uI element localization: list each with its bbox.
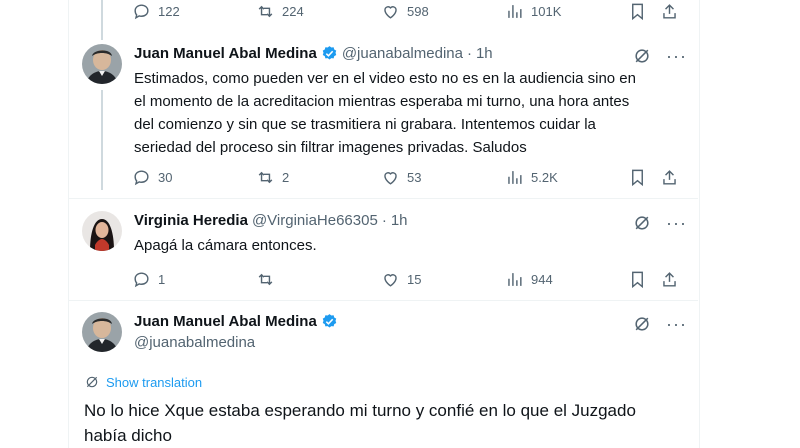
author-handle[interactable]: @juanabalmedina — [342, 45, 463, 62]
bookmark-button[interactable] — [628, 0, 647, 22]
views-icon — [508, 4, 522, 18]
views-button[interactable]: 944 — [505, 268, 553, 290]
like-icon — [384, 5, 397, 19]
views-icon — [508, 170, 522, 184]
reply-button[interactable]: 30 — [132, 166, 172, 188]
like-icon — [384, 273, 397, 287]
tweet-text-line: No lo hice Xque estaba esperando mi turn… — [84, 401, 636, 420]
prev-tweet-actions: 122 224 598 101K — [132, 0, 682, 22]
tweet-text: Apagá la cámara entonces. — [134, 234, 679, 257]
thread-line — [101, 0, 103, 40]
show-translation-link[interactable]: Show translation — [84, 374, 202, 390]
avatar[interactable] — [82, 312, 122, 352]
bookmark-icon — [632, 271, 643, 288]
repost-icon — [258, 171, 273, 183]
tweet-text: Estimados, como pueden ver en el video e… — [134, 67, 679, 159]
share-button[interactable] — [660, 166, 679, 188]
more-icon[interactable]: ··· — [666, 47, 687, 65]
show-translation-label: Show translation — [106, 374, 203, 390]
main-tweet-text: No lo hice Xque estaba esperando mi turn… — [84, 398, 684, 448]
share-button[interactable] — [660, 268, 679, 290]
views-button[interactable]: 5.2K — [505, 166, 558, 188]
author-name[interactable]: Juan Manuel Abal Medina — [134, 313, 317, 330]
avatar-juan-image — [82, 44, 122, 84]
views-button[interactable]: 101K — [505, 0, 561, 22]
tweet-text-line: había dicho — [84, 426, 172, 445]
reply-button[interactable]: 1 — [132, 268, 165, 290]
divider — [69, 300, 698, 301]
tweet-actions: 1 15 944 — [132, 268, 682, 290]
reply-count: 1 — [158, 271, 166, 287]
views-count: 944 — [531, 271, 553, 287]
views-icon — [508, 272, 522, 286]
repost-button[interactable] — [256, 268, 282, 290]
tweet-top-icons: ··· — [632, 314, 687, 334]
share-icon — [663, 169, 676, 185]
bookmark-icon — [632, 169, 643, 186]
views-count: 5.2K — [531, 169, 558, 185]
grok-icon[interactable] — [632, 213, 652, 233]
more-icon[interactable]: ··· — [666, 214, 687, 232]
tweet-top-icons: ··· — [632, 213, 687, 233]
tweet-actions: 30 2 53 5.2K — [132, 166, 682, 188]
reply-count: 30 — [158, 169, 173, 185]
author-handle[interactable]: @juanabalmedina — [134, 334, 255, 351]
tweet-header: Juan Manuel Abal Medina — [134, 313, 338, 330]
bookmark-icon — [632, 3, 643, 20]
main-tweet-handle-row: @juanabalmedina — [134, 334, 255, 351]
thread-line — [101, 90, 103, 190]
repost-button[interactable]: 224 — [256, 0, 304, 22]
views-count: 101K — [531, 3, 562, 19]
like-count: 15 — [407, 271, 422, 287]
reply-icon — [134, 271, 149, 287]
tweet-text-line: Estimados, como pueden ver en el video e… — [134, 70, 636, 87]
bookmark-button[interactable] — [628, 166, 647, 188]
repost-count: 224 — [282, 3, 304, 19]
author-handle[interactable]: @VirginiaHe66305 — [252, 212, 378, 229]
timestamp[interactable]: 1h — [476, 45, 493, 62]
translate-icon — [86, 376, 98, 388]
separator-dot: · — [381, 212, 387, 229]
repost-icon — [258, 5, 273, 17]
avatar[interactable] — [82, 211, 122, 251]
grok-icon[interactable] — [632, 46, 652, 66]
separator-dot: · — [466, 45, 472, 62]
reply-icon — [134, 169, 149, 185]
avatar-juan-image — [82, 312, 122, 352]
more-icon[interactable]: ··· — [666, 315, 687, 333]
grok-icon[interactable] — [632, 314, 652, 334]
tweet-text-line: del comienzo y sin que se trasmitiera ni… — [134, 116, 596, 133]
tweet-text-line: Apagá la cámara entonces. — [134, 237, 317, 254]
reply-button[interactable]: 122 — [132, 0, 180, 22]
verified-badge-icon — [322, 314, 337, 328]
tweet-header: Virginia Heredia @VirginiaHe66305 · 1h — [134, 212, 408, 229]
reply-icon — [134, 3, 149, 19]
like-count: 598 — [407, 3, 429, 19]
share-icon — [663, 271, 676, 287]
tweet-text-line: seriedad del proceso sin filtrar imagene… — [134, 139, 527, 156]
share-icon — [663, 3, 676, 19]
repost-count: 2 — [282, 169, 290, 185]
bookmark-button[interactable] — [628, 268, 647, 290]
tweet-text-line: el momento de la acreditacion mientras e… — [134, 93, 630, 110]
verified-badge-icon — [322, 46, 337, 60]
avatar-virginia-image — [82, 211, 122, 251]
reply-count: 122 — [158, 3, 180, 19]
avatar[interactable] — [82, 44, 122, 84]
share-button[interactable] — [660, 0, 679, 22]
author-name[interactable]: Juan Manuel Abal Medina — [134, 45, 317, 62]
divider — [69, 198, 698, 199]
like-button[interactable]: 598 — [381, 0, 429, 22]
tweet-top-icons: ··· — [632, 46, 687, 66]
like-count: 53 — [407, 169, 422, 185]
repost-icon — [258, 273, 273, 285]
timestamp[interactable]: 1h — [391, 212, 408, 229]
like-button[interactable]: 15 — [381, 268, 421, 290]
repost-button[interactable]: 2 — [256, 166, 289, 188]
tweet-header: Juan Manuel Abal Medina @juanabalmedina … — [134, 45, 493, 62]
like-button[interactable]: 53 — [381, 166, 421, 188]
like-icon — [384, 171, 397, 185]
author-name[interactable]: Virginia Heredia — [134, 212, 248, 229]
